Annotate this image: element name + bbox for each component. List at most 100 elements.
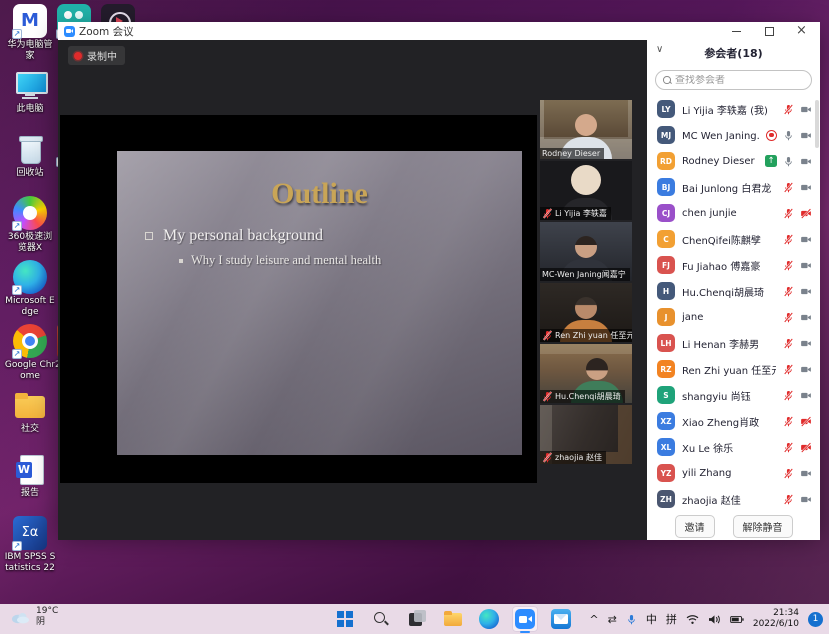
desktop-icon-art <box>13 388 47 422</box>
camera-status-icon[interactable] <box>800 208 812 219</box>
camera-status-icon[interactable] <box>800 286 812 297</box>
participant-row[interactable]: FJ Fu Jiahao 傅嘉豪 <box>647 252 820 278</box>
camera-status-icon[interactable] <box>800 104 812 115</box>
ime-language-indicator[interactable]: 中 <box>646 611 657 627</box>
camera-status-icon[interactable] <box>800 338 812 349</box>
avatar: FJ <box>657 256 675 274</box>
taskbar-app-icon[interactable] <box>332 606 358 632</box>
battery-icon[interactable] <box>730 615 744 624</box>
minimize-button[interactable] <box>732 26 742 36</box>
taskbar-app-icon[interactable] <box>440 606 466 632</box>
wifi-icon[interactable] <box>686 614 699 625</box>
desktop-icon-label: 社交 <box>4 424 56 435</box>
taskbar-app-icon[interactable] <box>404 606 430 632</box>
desktop-icon[interactable]: 社交 <box>6 388 54 444</box>
mic-status-icon[interactable] <box>783 442 794 453</box>
participant-row[interactable]: LH Li Henan 李赫男 <box>647 330 820 356</box>
participant-search-box[interactable] <box>655 70 812 90</box>
mic-status-icon[interactable] <box>783 416 794 427</box>
taskbar-app-glyph <box>371 609 391 629</box>
participant-row[interactable]: C ChenQifei陈麒孹 <box>647 226 820 252</box>
mic-status-icon[interactable] <box>783 130 794 141</box>
camera-status-icon[interactable] <box>800 442 812 453</box>
scrollbar[interactable] <box>815 100 819 148</box>
participant-row[interactable]: ZH zhaojia 赵佳 <box>647 486 820 512</box>
video-thumbnail[interactable]: Ren Zhi yuan 任至元 <box>540 283 632 342</box>
taskbar-app-icon[interactable] <box>512 606 538 632</box>
desktop-icon[interactable]: 报告 <box>6 452 54 508</box>
slide-bullet: My personal background <box>145 227 522 245</box>
invite-button[interactable]: 邀请 <box>675 515 715 538</box>
video-thumbnail[interactable]: Hu.Chenqi胡晨琦 <box>540 344 632 403</box>
participant-row[interactable]: BJ Bai Junlong 白君龙 <box>647 174 820 200</box>
maximize-button[interactable] <box>764 26 774 36</box>
participant-row[interactable]: LY Li Yijia 李轶嘉 (我) <box>647 96 820 122</box>
pinyin-indicator[interactable]: 拼 <box>666 611 677 627</box>
network-activity-icon[interactable]: ⇄ <box>608 613 617 626</box>
hidden-icons-chevron[interactable]: ^ <box>589 613 598 626</box>
camera-status-icon[interactable] <box>800 390 812 401</box>
desktop-icon[interactable]: 回收站 <box>6 132 54 188</box>
recording-badge[interactable]: 录制中 <box>68 46 125 65</box>
volume-icon[interactable] <box>708 614 721 625</box>
mic-status-icon[interactable] <box>783 494 794 505</box>
participant-row[interactable]: CJ chen junjie <box>647 200 820 226</box>
mic-status-icon[interactable] <box>783 208 794 219</box>
clock[interactable]: 21:34 2022/6/10 <box>753 608 799 631</box>
participant-row[interactable]: H Hu.Chenqi胡晨琦 <box>647 278 820 304</box>
participant-name: Li Henan 李赫男 <box>682 336 776 351</box>
camera-status-icon[interactable] <box>800 494 812 505</box>
participant-row[interactable]: S shangyiu 尚钰 <box>647 382 820 408</box>
taskbar-app-icon[interactable] <box>476 606 502 632</box>
mic-status-icon[interactable] <box>783 312 794 323</box>
voice-input-icon[interactable] <box>626 614 637 625</box>
window-titlebar[interactable]: Zoom 会议 <box>58 22 820 40</box>
participant-row[interactable]: RD Rodney Dieser <box>647 148 820 174</box>
weather-widget[interactable]: 19°C 阴 <box>10 606 58 629</box>
camera-status-icon[interactable] <box>800 416 812 427</box>
video-thumbnail[interactable]: zhaojia 赵佳 <box>540 405 632 464</box>
camera-status-icon[interactable] <box>800 312 812 323</box>
desktop-icon[interactable]: ↗ Google Chrome <box>6 324 54 380</box>
camera-status-icon[interactable] <box>800 182 812 193</box>
desktop-icon[interactable]: ↗ IBM SPSS Statistics 22 <box>6 516 54 572</box>
collapse-chevron-icon[interactable]: ∨ <box>656 44 663 55</box>
camera-status-icon[interactable] <box>800 234 812 245</box>
camera-status-icon[interactable] <box>800 260 812 271</box>
mic-status-icon[interactable] <box>783 364 794 375</box>
video-thumbnail[interactable]: Li Yijia 李轶嘉 <box>540 161 632 220</box>
participant-row[interactable]: J jane <box>647 304 820 330</box>
search-input[interactable] <box>675 75 804 86</box>
mic-status-icon[interactable] <box>783 104 794 115</box>
mic-status-icon[interactable] <box>783 234 794 245</box>
camera-status-icon[interactable] <box>800 364 812 375</box>
taskbar-app-icon[interactable] <box>368 606 394 632</box>
mic-status-icon[interactable] <box>783 338 794 349</box>
mic-status-icon[interactable] <box>783 390 794 401</box>
participant-row[interactable]: YZ yili Zhang <box>647 460 820 486</box>
mic-status-icon[interactable] <box>783 260 794 271</box>
video-thumbnail[interactable]: Rodney Dieser <box>540 100 632 159</box>
participant-row[interactable]: XZ Xiao Zheng肖政 <box>647 408 820 434</box>
participant-row[interactable]: XL Xu Le 徐乐 <box>647 434 820 460</box>
participant-row[interactable]: RZ Ren Zhi yuan 任至元 <box>647 356 820 382</box>
close-button[interactable] <box>796 26 806 36</box>
desktop-icon[interactable]: ↗ 华为电脑管家 <box>6 4 54 60</box>
mic-status-icon[interactable] <box>783 182 794 193</box>
mic-status-icon[interactable] <box>783 468 794 479</box>
participant-name: ChenQifei陈麒孹 <box>682 232 776 247</box>
video-thumbnail[interactable]: MC-Wen Janing闻嘉宁 <box>540 222 632 281</box>
desktop-icon[interactable]: ↗ 360极速浏览器X <box>6 196 54 252</box>
desktop-icon[interactable]: ↗ Microsoft Edge <box>6 260 54 316</box>
participant-row[interactable]: MJ MC Wen Janing.. (主持人) <box>647 122 820 148</box>
mic-status-icon[interactable] <box>783 156 794 167</box>
taskbar-app-icon[interactable] <box>548 606 574 632</box>
mic-status-icon[interactable] <box>783 286 794 297</box>
camera-status-icon[interactable] <box>800 130 812 141</box>
camera-status-icon[interactable] <box>800 156 812 167</box>
desktop-icon[interactable]: 此电脑 <box>6 68 54 124</box>
unmute-all-button[interactable]: 解除静音 <box>733 515 793 538</box>
participant-status-icons <box>766 130 812 141</box>
camera-status-icon[interactable] <box>800 468 812 479</box>
notification-badge[interactable]: 1 <box>808 612 823 627</box>
